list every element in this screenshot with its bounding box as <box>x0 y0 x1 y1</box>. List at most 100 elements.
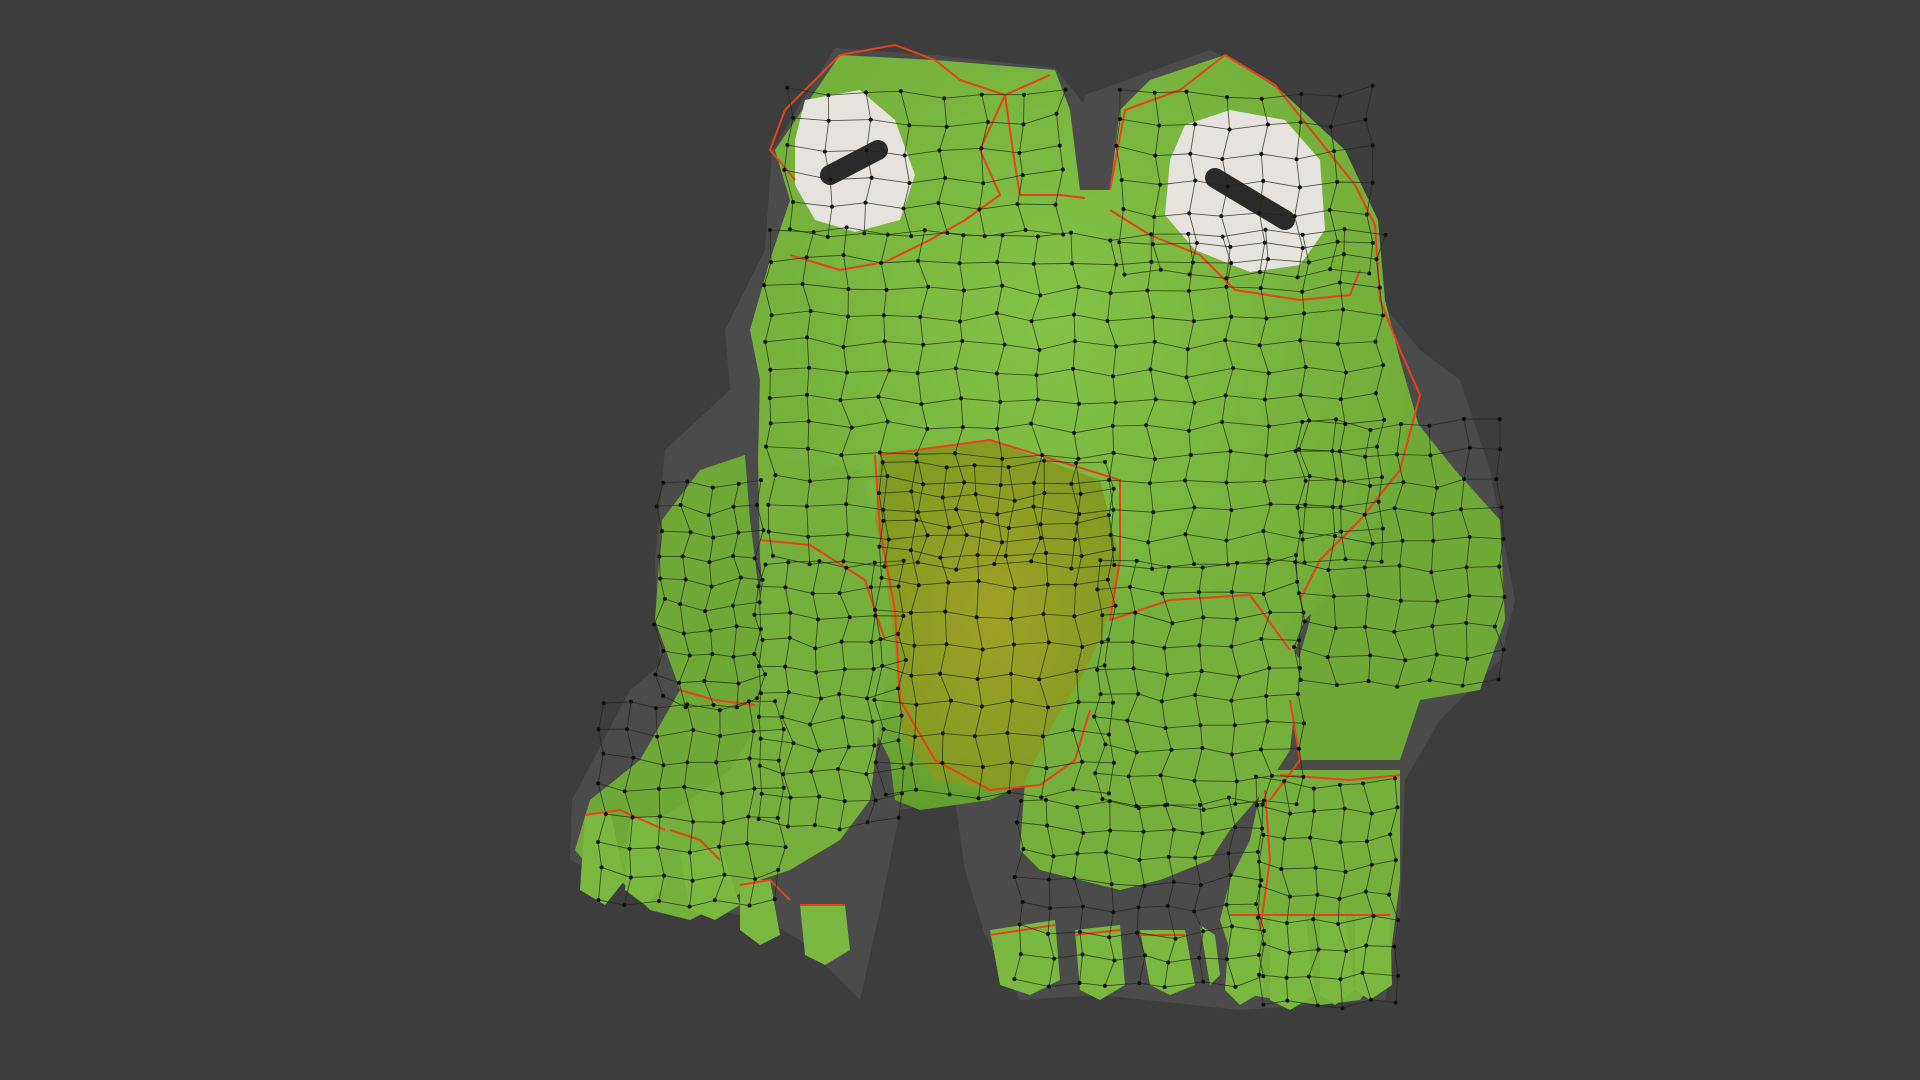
mesh-vertex[interactable] <box>1158 267 1163 272</box>
mesh-vertex[interactable] <box>1143 953 1148 958</box>
mesh-vertex[interactable] <box>1294 157 1299 162</box>
mesh-vertex[interactable] <box>1364 943 1369 948</box>
mesh-vertex[interactable] <box>845 532 850 537</box>
mesh-vertex[interactable] <box>710 651 715 656</box>
mesh-vertex[interactable] <box>876 394 881 399</box>
mesh-vertex[interactable] <box>1393 1000 1398 1005</box>
mesh-vertex[interactable] <box>1330 505 1335 510</box>
mesh-vertex[interactable] <box>881 727 886 732</box>
mesh-vertex[interactable] <box>1264 316 1269 321</box>
mesh-vertex[interactable] <box>628 875 633 880</box>
mesh-vertex[interactable] <box>1009 760 1014 765</box>
mesh-vertex[interactable] <box>945 230 950 235</box>
mesh-vertex[interactable] <box>1191 319 1196 324</box>
mesh-vertex[interactable] <box>940 495 945 500</box>
mesh-vertex[interactable] <box>1467 445 1472 450</box>
mesh-vertex[interactable] <box>964 533 969 538</box>
mesh-vertex[interactable] <box>1134 558 1139 563</box>
mesh-vertex[interactable] <box>1035 397 1040 402</box>
mesh-vertex[interactable] <box>1072 430 1077 435</box>
mesh-vertex[interactable] <box>1224 276 1229 281</box>
mesh-vertex[interactable] <box>976 796 981 801</box>
mesh-vertex[interactable] <box>788 610 793 615</box>
3d-viewport[interactable] <box>0 0 1920 1080</box>
mesh-vertex[interactable] <box>1497 564 1502 569</box>
mesh-vertex[interactable] <box>718 733 723 738</box>
mesh-vertex[interactable] <box>1173 936 1178 941</box>
mesh-vertex[interactable] <box>1047 984 1052 989</box>
mesh-vertex[interactable] <box>1125 718 1130 723</box>
mesh-vertex[interactable] <box>885 474 890 479</box>
mesh-vertex[interactable] <box>1149 232 1154 237</box>
mesh-vertex[interactable] <box>1111 760 1116 765</box>
mesh-vertex[interactable] <box>662 873 667 878</box>
mesh-vertex[interactable] <box>1093 771 1098 776</box>
mesh-vertex[interactable] <box>1200 565 1205 570</box>
mesh-vertex[interactable] <box>1297 746 1302 751</box>
mesh-vertex[interactable] <box>865 696 870 701</box>
mesh-vertex[interactable] <box>783 845 788 850</box>
mesh-vertex[interactable] <box>1298 530 1303 535</box>
mesh-vertex[interactable] <box>786 690 791 695</box>
mesh-vertex[interactable] <box>958 319 963 324</box>
mesh-vertex[interactable] <box>708 628 713 633</box>
mesh-vertex[interactable] <box>661 648 666 653</box>
mesh-vertex[interactable] <box>909 489 914 494</box>
mesh-vertex[interactable] <box>1022 92 1027 97</box>
mesh-vertex[interactable] <box>1072 876 1077 881</box>
mesh-vertex[interactable] <box>1201 615 1206 620</box>
mesh-vertex[interactable] <box>1295 579 1300 584</box>
mesh-vertex[interactable] <box>1263 227 1268 232</box>
mesh-vertex[interactable] <box>1006 790 1011 795</box>
mesh-vertex[interactable] <box>755 502 760 507</box>
mesh-vertex[interactable] <box>685 702 690 707</box>
mesh-vertex[interactable] <box>1074 669 1079 674</box>
mesh-vertex[interactable] <box>1009 616 1014 621</box>
mesh-vertex[interactable] <box>873 607 878 612</box>
mesh-vertex[interactable] <box>1192 909 1197 914</box>
mesh-vertex[interactable] <box>1193 178 1198 183</box>
mesh-vertex[interactable] <box>756 817 761 822</box>
mesh-vertex[interactable] <box>943 609 948 614</box>
mesh-vertex[interactable] <box>896 631 901 636</box>
mesh-vertex[interactable] <box>805 446 810 451</box>
mesh-vertex[interactable] <box>817 794 822 799</box>
mesh-vertex[interactable] <box>1229 698 1234 703</box>
mesh-vertex[interactable] <box>1331 594 1336 599</box>
mesh-vertex[interactable] <box>1363 117 1368 122</box>
mesh-vertex[interactable] <box>782 167 787 172</box>
mesh-vertex[interactable] <box>1229 261 1234 266</box>
mesh-vertex[interactable] <box>1499 505 1504 510</box>
mesh-vertex[interactable] <box>1293 560 1298 565</box>
mesh-vertex[interactable] <box>1467 593 1472 598</box>
mesh-vertex[interactable] <box>1186 289 1191 294</box>
mesh-vertex[interactable] <box>1370 83 1375 88</box>
mesh-vertex[interactable] <box>1012 498 1017 503</box>
mesh-vertex[interactable] <box>770 553 775 558</box>
mesh-vertex[interactable] <box>745 841 750 846</box>
mesh-vertex[interactable] <box>1260 826 1265 831</box>
mesh-vertex[interactable] <box>870 719 875 724</box>
mesh-vertex[interactable] <box>661 480 666 485</box>
mesh-vertex[interactable] <box>756 664 761 669</box>
mesh-vertex[interactable] <box>655 734 660 739</box>
mesh-vertex[interactable] <box>909 673 914 678</box>
mesh-vertex[interactable] <box>1166 565 1171 570</box>
mesh-vertex[interactable] <box>1498 447 1503 452</box>
mesh-vertex[interactable] <box>846 287 851 292</box>
mesh-vertex[interactable] <box>1225 562 1230 567</box>
mesh-vertex[interactable] <box>652 622 657 627</box>
mesh-vertex[interactable] <box>1233 984 1238 989</box>
mesh-vertex[interactable] <box>818 696 823 701</box>
mesh-vertex[interactable] <box>1261 1002 1266 1007</box>
mesh-vertex[interactable] <box>1153 397 1158 402</box>
mesh-vertex[interactable] <box>808 722 813 727</box>
mesh-vertex[interactable] <box>1298 338 1303 343</box>
mesh-vertex[interactable] <box>1005 730 1010 735</box>
mesh-vertex[interactable] <box>1193 692 1198 697</box>
mesh-vertex[interactable] <box>719 791 724 796</box>
mesh-vertex[interactable] <box>1171 880 1176 885</box>
mesh-vertex[interactable] <box>1219 214 1224 219</box>
mesh-vertex[interactable] <box>822 149 827 154</box>
mesh-vertex[interactable] <box>1307 474 1312 479</box>
